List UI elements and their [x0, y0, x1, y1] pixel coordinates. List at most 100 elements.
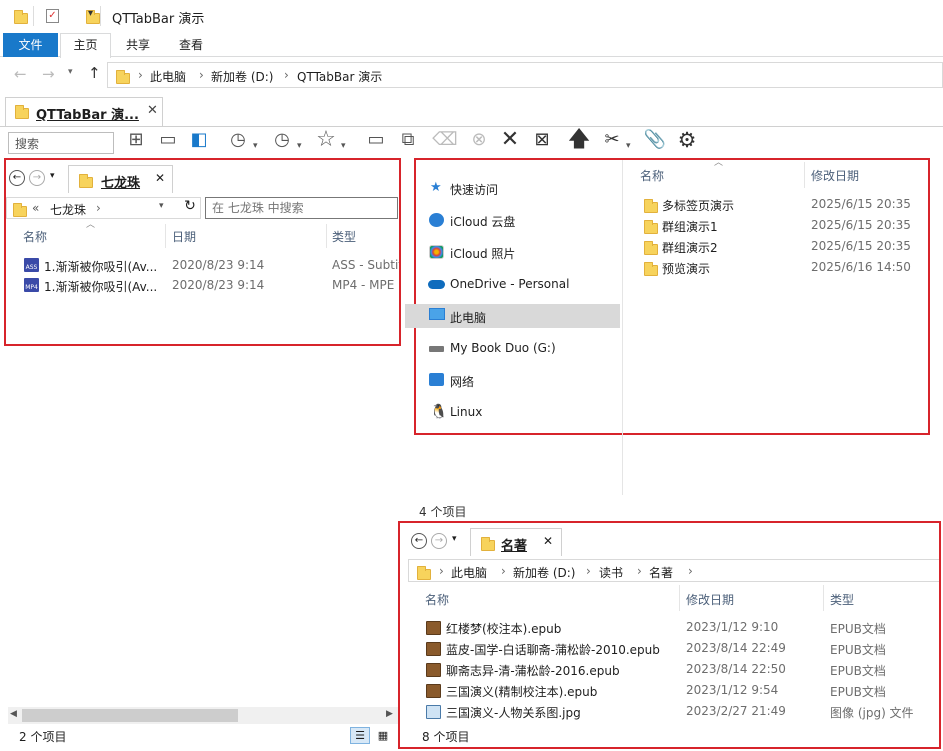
list-item[interactable]: 预览演示 2025/6/16 14:50 — [640, 258, 920, 279]
scissors-icon[interactable]: ✂ — [599, 129, 625, 151]
gear-icon[interactable]: ⚙ — [674, 129, 700, 151]
nav-item-label: Linux — [450, 405, 483, 419]
close-icon[interactable]: ✕ — [497, 129, 523, 151]
nav-item-linux[interactable]: 🐧 Linux — [405, 396, 621, 428]
chevron-down-icon[interactable]: ▾ — [50, 171, 55, 181]
address-bar[interactable]: › 此电脑 › 新加卷 (D:) › QTTabBar 演示 — [107, 62, 943, 88]
nav-item-label: iCloud 云盘 — [450, 215, 516, 229]
chevron-down-icon[interactable]: ▾ — [159, 201, 164, 211]
qt-main-tab[interactable]: QTTabBar 演... ✕ — [5, 97, 163, 126]
bottom-pane-tab[interactable]: 名著 ✕ — [470, 528, 562, 556]
scroll-left-icon[interactable]: ◀ — [10, 709, 17, 719]
table-row[interactable]: 蓝皮-国学-白话聊斋-蒲松龄-2010.epub 2023/8/14 22:49… — [400, 639, 939, 660]
chevron-down-icon[interactable]: ▾ — [452, 534, 457, 544]
crumb-drive[interactable]: 新加卷 (D:) — [211, 68, 273, 85]
history-icon[interactable]: ◷ — [224, 129, 252, 151]
column-header-date[interactable]: 修改日期 — [686, 591, 734, 608]
close-icon[interactable]: ✕ — [147, 103, 158, 118]
table-row[interactable]: 红楼梦(校注本).epub 2023/1/12 9:10 EPUB文档 — [400, 618, 939, 639]
crumb-classics[interactable]: 名著 — [649, 564, 673, 581]
nav-pane: ★ 快速访问 iCloud 云盘 iCloud 照片 OneDrive - Pe… — [405, 170, 621, 430]
pane-icon[interactable]: ⊞ — [122, 129, 150, 151]
overflow-icon[interactable]: « — [32, 201, 39, 215]
crumb-folder[interactable]: 七龙珠 — [50, 201, 86, 218]
tab-file[interactable]: 文件 — [3, 33, 58, 57]
column-header-name[interactable]: 名称 — [23, 228, 47, 245]
list-item[interactable]: 群组演示2 2025/6/15 20:35 — [640, 237, 920, 258]
close-icon[interactable]: ✕ — [155, 171, 165, 185]
bottom-pane-address[interactable]: › 此电脑 › 新加卷 (D:) › 读书 › 名著 › — [408, 559, 939, 582]
crumb-folder[interactable]: QTTabBar 演示 — [297, 68, 382, 85]
chevron-down-icon[interactable]: ▾ — [297, 135, 302, 157]
search-box[interactable]: 搜索 — [8, 132, 114, 154]
close-window-icon[interactable]: ⊠ — [529, 129, 555, 151]
window-icon[interactable]: ▭ — [362, 129, 390, 151]
nav-item-label: iCloud 照片 — [450, 247, 516, 261]
recent-files-icon[interactable]: ◷ — [268, 129, 296, 151]
back-arrow-icon[interactable]: ← — [14, 65, 27, 83]
table-row[interactable]: 聊斋志异-清-蒲松龄-2016.epub 2023/8/14 22:50 EPU… — [400, 660, 939, 681]
nav-item-quick-access[interactable]: ★ 快速访问 — [405, 172, 621, 204]
up-arrow-icon[interactable]: 🡅 — [566, 129, 592, 151]
crumb-this-pc[interactable]: 此电脑 — [451, 564, 487, 581]
nav-item-icloud-photos[interactable]: iCloud 照片 — [405, 236, 621, 268]
scrollbar-thumb[interactable] — [22, 709, 238, 722]
back-circle-icon[interactable]: ← — [9, 170, 25, 186]
tab-home[interactable]: 主页 — [60, 33, 111, 58]
backspace-icon[interactable]: ⌫ — [430, 129, 460, 151]
column-header-type[interactable]: 类型 — [830, 591, 854, 608]
forward-circle-icon[interactable]: → — [29, 170, 45, 186]
table-row[interactable]: MP4 1.渐渐被你吸引(Av... 2020/8/23 9:14 MP4 - … — [6, 276, 399, 296]
details-view-icon[interactable]: ☰ — [350, 727, 370, 744]
list-item[interactable]: 群组演示1 2025/6/15 20:35 — [640, 216, 920, 237]
crumb-drive[interactable]: 新加卷 (D:) — [513, 564, 575, 581]
scroll-right-icon[interactable]: ▶ — [386, 709, 393, 719]
column-header-date[interactable]: 日期 — [172, 228, 196, 245]
folder-icon — [13, 203, 27, 217]
chevron-down-icon[interactable]: ▾ — [253, 135, 258, 157]
folder-date: 2025/6/15 20:35 — [811, 239, 911, 253]
table-row[interactable]: ASS 1.渐渐被你吸引(Av... 2020/8/23 9:14 ASS - … — [6, 256, 399, 276]
quick-access-dropdown-icon[interactable]: ▾ — [88, 8, 93, 19]
horizontal-scrollbar[interactable]: ◀ ▶ — [8, 707, 398, 724]
column-header-type[interactable]: 类型 — [332, 228, 356, 245]
back-circle-icon[interactable]: ← — [411, 533, 427, 549]
preview-pane-icon[interactable]: ▭ — [156, 129, 180, 151]
column-header-date[interactable]: 修改日期 — [811, 167, 859, 184]
nav-item-my-book-duo[interactable]: My Book Duo (G:) — [405, 332, 621, 364]
chevron-down-icon[interactable]: ▾ — [626, 135, 631, 157]
up-arrow-icon[interactable]: ↑ — [88, 64, 101, 82]
refresh-icon[interactable]: ↻ — [180, 198, 200, 218]
nav-item-network[interactable]: 网络 — [405, 364, 621, 396]
properties-icon[interactable]: ✓ — [46, 9, 59, 23]
table-row[interactable]: 三国演义(精制校注本).epub 2023/1/12 9:54 EPUB文档 — [400, 681, 939, 702]
column-header-name[interactable]: 名称 — [640, 167, 664, 184]
nav-item-label: My Book Duo (G:) — [450, 341, 556, 355]
nav-item-onedrive[interactable]: OneDrive - Personal — [405, 268, 621, 300]
chevron-down-icon[interactable]: ▾ — [341, 135, 346, 157]
folder-icon — [644, 220, 658, 234]
image-icon — [426, 705, 441, 719]
tab-view[interactable]: 查看 — [166, 33, 216, 57]
nav-item-this-pc[interactable]: 此电脑 — [405, 304, 620, 328]
left-pane-address[interactable]: « 七龙珠 › ▾ — [6, 197, 201, 219]
forward-circle-icon[interactable]: → — [431, 533, 447, 549]
nav-item-icloud-drive[interactable]: iCloud 云盘 — [405, 204, 621, 236]
delete-tab-icon[interactable]: ⊗ — [464, 129, 494, 151]
search-input[interactable] — [205, 197, 398, 219]
crumb-reading[interactable]: 读书 — [599, 564, 623, 581]
tab-share[interactable]: 共享 — [113, 33, 163, 57]
left-pane-tab[interactable]: 七龙珠 ✕ — [68, 165, 173, 193]
table-row[interactable]: 三国演义-人物关系图.jpg 2023/2/27 21:49 图像 (jpg) … — [400, 702, 939, 723]
details-pane-icon[interactable]: ◧ — [187, 129, 211, 151]
column-header-name[interactable]: 名称 — [425, 591, 449, 608]
star-icon[interactable]: ☆ — [312, 129, 340, 151]
crumb-this-pc[interactable]: 此电脑 — [150, 68, 186, 85]
large-icons-view-icon[interactable]: ▦ — [373, 727, 393, 744]
paperclip-icon[interactable]: 📎 — [642, 129, 668, 151]
recent-dropdown-icon[interactable]: ▾ — [68, 67, 73, 77]
windows-icon[interactable]: ⧉ — [394, 129, 422, 151]
close-icon[interactable]: ✕ — [543, 534, 553, 548]
forward-arrow-icon[interactable]: → — [42, 65, 55, 83]
list-item[interactable]: 多标签页演示 2025/6/15 20:35 — [640, 195, 920, 216]
